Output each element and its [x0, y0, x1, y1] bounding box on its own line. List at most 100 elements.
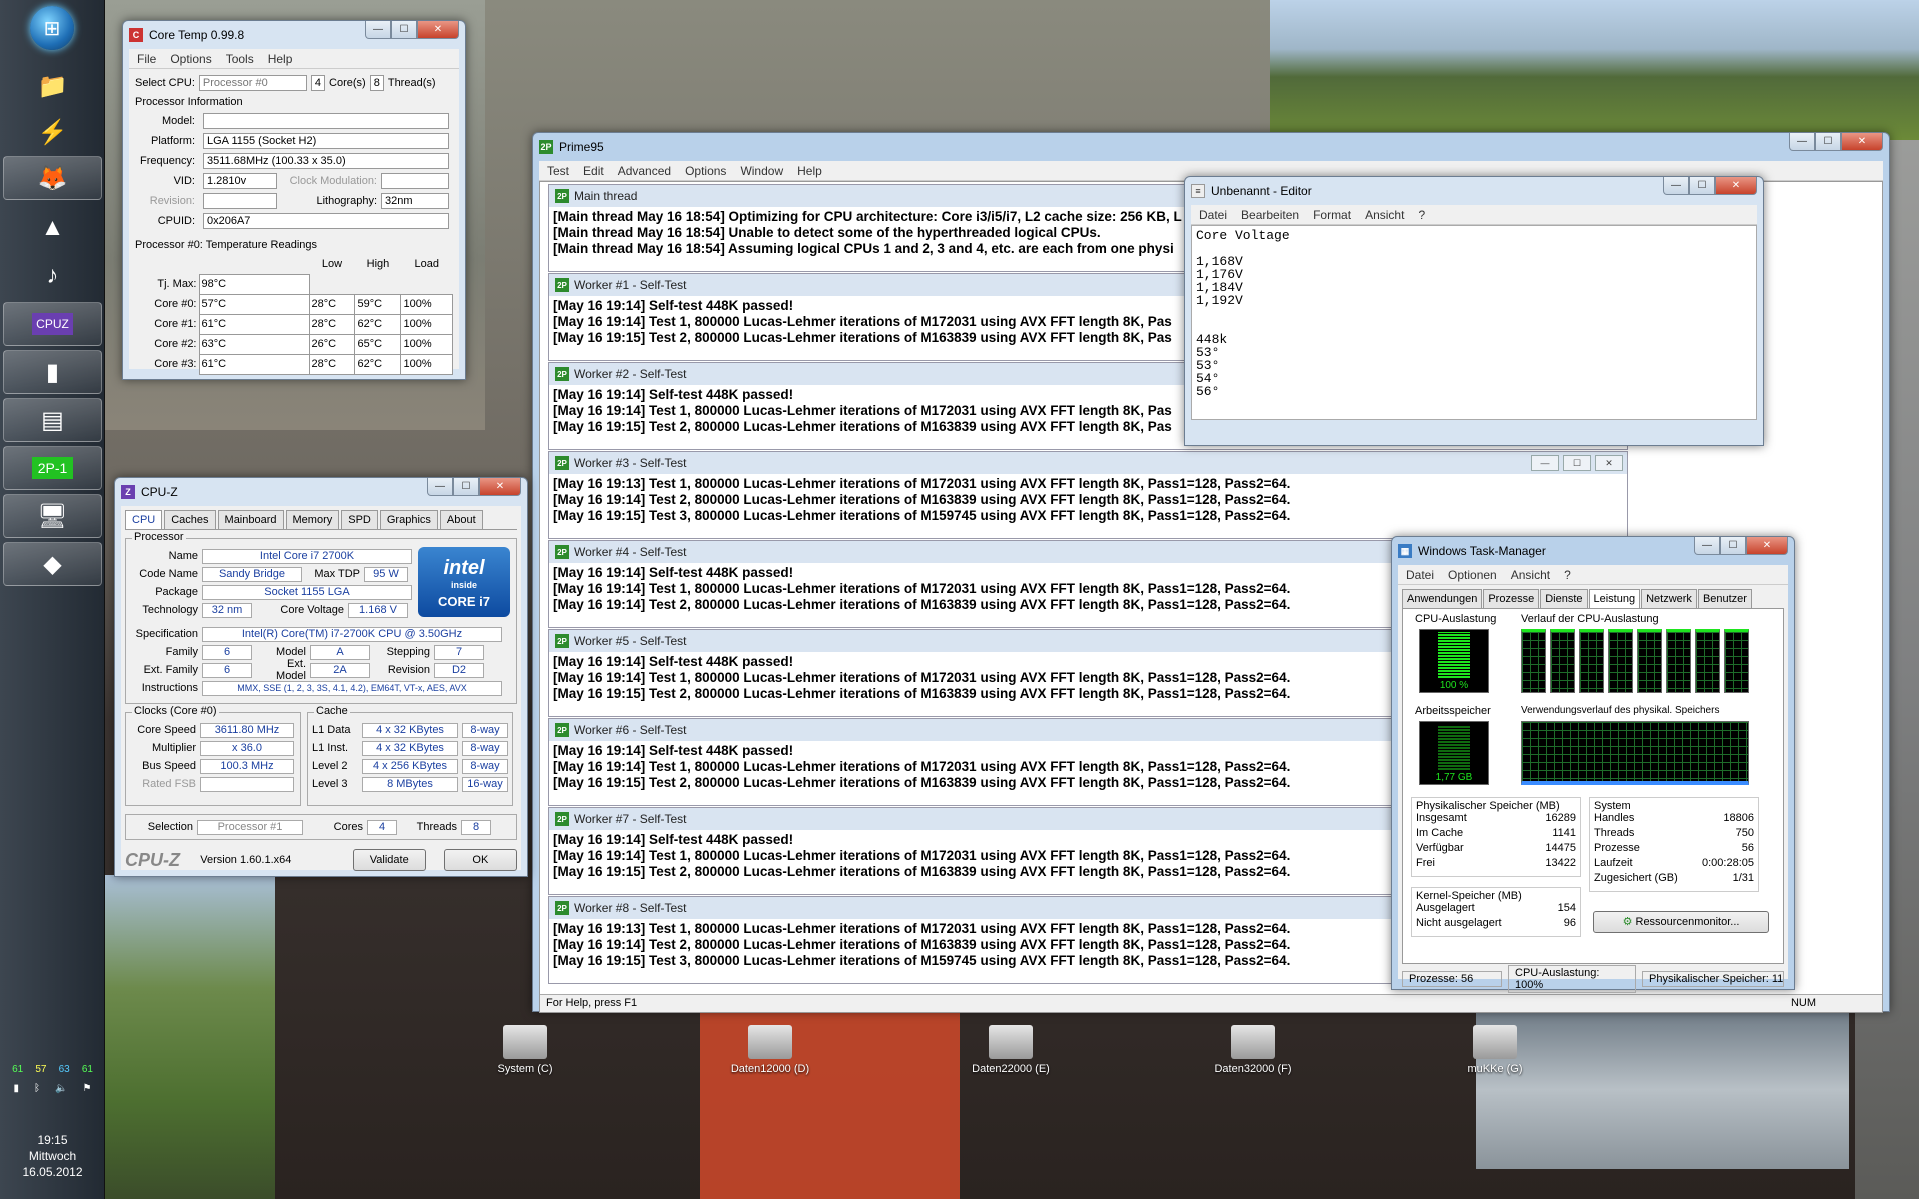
- menu-datei[interactable]: Datei: [1406, 568, 1434, 582]
- kv-row: Frei 13422: [1416, 857, 1576, 872]
- tab-cpu[interactable]: CPU: [125, 510, 163, 529]
- tab-memory[interactable]: Memory: [285, 510, 340, 529]
- winamp-icon[interactable]: ⚡: [3, 110, 102, 154]
- resource-monitor-button[interactable]: ⚙ Ressourcenmonitor...: [1593, 911, 1769, 933]
- kv-row: Prozesse 56: [1594, 842, 1754, 857]
- close-button[interactable]: ✕: [1715, 177, 1757, 195]
- worker-3-window[interactable]: 2P Worker #3 - Self-Test — ☐ ✕ [May 16 19:1…: [548, 451, 1628, 539]
- menu-optionen[interactable]: Optionen: [1448, 568, 1497, 582]
- bluetooth-icon[interactable]: ᛒ: [34, 1083, 40, 1094]
- tab-netzwerk[interactable]: Netzwerk: [1641, 589, 1697, 608]
- tray-temp-2[interactable]: 57: [35, 1064, 46, 1075]
- menu-ansicht[interactable]: Ansicht: [1365, 208, 1404, 222]
- tray-temp-1[interactable]: 61: [12, 1064, 23, 1075]
- tray-temp-4[interactable]: 61: [82, 1064, 93, 1075]
- minimize-button[interactable]: —: [427, 478, 453, 496]
- tab-graphics[interactable]: Graphics: [379, 510, 438, 529]
- menu-options[interactable]: Options: [170, 52, 211, 66]
- menu-tools[interactable]: Tools: [226, 52, 254, 66]
- minimize-button[interactable]: —: [1531, 455, 1559, 471]
- coretemp-menubar: File Options Tools Help: [129, 49, 459, 69]
- cpu-core-graph: [1550, 629, 1575, 693]
- editor-titlebar[interactable]: ≡ Unbenannt - Editor — ☐ ✕: [1191, 177, 1757, 205]
- menu-help[interactable]: ?: [1564, 568, 1571, 582]
- menu-ansicht[interactable]: Ansicht: [1511, 568, 1550, 582]
- minimize-button[interactable]: —: [1789, 133, 1815, 151]
- cores-value: 4: [367, 819, 397, 835]
- prime95-child-icon: 2P: [555, 456, 569, 470]
- task-manager-icon[interactable]: 🖥: [3, 494, 102, 538]
- menu-bearbeiten[interactable]: Bearbeiten: [1241, 208, 1299, 222]
- vlc-icon[interactable]: ▲: [3, 206, 102, 250]
- maximize-button[interactable]: ☐: [453, 478, 479, 496]
- desktop-icon-daten12000-d[interactable]: Daten12000 (D): [715, 1025, 825, 1075]
- tab-leistung[interactable]: Leistung: [1588, 589, 1641, 608]
- kv-value: 96: [1563, 917, 1576, 929]
- prime95-titlebar[interactable]: 2P Prime95 — ☐ ✕: [539, 133, 1883, 161]
- hardware-monitor-icon[interactable]: ▮: [3, 350, 102, 394]
- menu-format[interactable]: Format: [1313, 208, 1351, 222]
- tab-benutzer[interactable]: Benutzer: [1697, 589, 1752, 608]
- clock[interactable]: 19:15 Mittwoch 16.05.2012: [0, 1132, 105, 1180]
- close-button[interactable]: ✕: [417, 21, 459, 39]
- volume-icon[interactable]: 🔈: [55, 1083, 67, 1094]
- close-button[interactable]: ✕: [1841, 133, 1883, 151]
- explorer-icon[interactable]: ◆: [3, 542, 102, 586]
- minimize-button[interactable]: —: [1694, 537, 1720, 555]
- tray-temp-3[interactable]: 63: [59, 1064, 70, 1075]
- menu-advanced[interactable]: Advanced: [618, 164, 671, 178]
- network-icon[interactable]: ▮: [14, 1083, 20, 1094]
- itunes-icon[interactable]: ♪: [3, 254, 102, 298]
- menu-help[interactable]: Help: [797, 164, 822, 178]
- taskmanager-titlebar[interactable]: ▦ Windows Task-Manager — ☐ ✕: [1398, 537, 1788, 565]
- menu-help[interactable]: Help: [268, 52, 293, 66]
- ok-button[interactable]: OK: [443, 849, 517, 871]
- tab-about[interactable]: About: [439, 510, 483, 529]
- maximize-button[interactable]: ☐: [1563, 455, 1591, 471]
- libraries-icon[interactable]: 📁: [3, 64, 102, 108]
- maximize-button[interactable]: ☐: [1689, 177, 1715, 195]
- menu-file[interactable]: File: [137, 52, 156, 66]
- coretemp-titlebar[interactable]: C Core Temp 0.99.8 — ☐ ✕: [129, 21, 459, 49]
- close-button[interactable]: ✕: [1746, 537, 1788, 555]
- selection-dropdown[interactable]: Processor #1: [197, 819, 303, 835]
- tab-caches[interactable]: Caches: [164, 510, 216, 529]
- menu-options[interactable]: Options: [685, 164, 726, 178]
- menu-test[interactable]: Test: [547, 164, 569, 178]
- menu-window[interactable]: Window: [740, 164, 783, 178]
- desktop-icon-daten22000-e[interactable]: Daten22000 (E): [956, 1025, 1066, 1075]
- tab-spd[interactable]: SPD: [341, 510, 378, 529]
- close-button[interactable]: ✕: [1595, 455, 1623, 471]
- validate-button[interactable]: Validate: [352, 849, 426, 871]
- tab-anwendungen[interactable]: Anwendungen: [1402, 589, 1483, 608]
- maximize-button[interactable]: ☐: [1815, 133, 1841, 151]
- tab-dienste[interactable]: Dienste: [1540, 589, 1588, 608]
- select-cpu-dropdown[interactable]: Processor #0: [198, 75, 307, 91]
- desktop-icon-system-c[interactable]: System (C): [470, 1025, 580, 1075]
- start-orb-icon[interactable]: ⊞: [30, 6, 74, 50]
- firefox-icon[interactable]: 🦊: [3, 156, 102, 200]
- desktop-icon-daten32000-f[interactable]: Daten32000 (F): [1198, 1025, 1308, 1075]
- clock-modulation-label: Clock Modulation:: [289, 175, 377, 187]
- cpuz-tabs: CPU Caches Mainboard Memory SPD Graphics…: [125, 510, 517, 530]
- desktop-icon-mukke-g[interactable]: muKKe (G): [1440, 1025, 1550, 1075]
- minimize-button[interactable]: —: [365, 21, 391, 39]
- flag-icon[interactable]: ⚑: [83, 1083, 92, 1094]
- log-line: [May 16 19:15] Test 3, 800000 Lucas-Lehm…: [553, 508, 1291, 523]
- editor-textarea[interactable]: Core Voltage 1,168V 1,176V 1,184V 1,192V…: [1191, 225, 1757, 420]
- menu-help[interactable]: ?: [1418, 208, 1425, 222]
- prime95-taskbar-icon[interactable]: 2P-1: [3, 446, 102, 490]
- close-button[interactable]: ✕: [479, 478, 521, 496]
- minimize-button[interactable]: —: [1663, 177, 1689, 195]
- menu-datei[interactable]: Datei: [1199, 208, 1227, 222]
- maximize-button[interactable]: ☐: [1720, 537, 1746, 555]
- child-log[interactable]: [May 16 19:13] Test 1, 800000 Lucas-Lehm…: [549, 474, 1627, 538]
- tab-prozesse[interactable]: Prozesse: [1483, 589, 1540, 608]
- tab-mainboard[interactable]: Mainboard: [217, 510, 284, 529]
- instructions-label: Instructions: [141, 682, 198, 694]
- maximize-button[interactable]: ☐: [391, 21, 417, 39]
- cpuz-titlebar[interactable]: Z CPU-Z — ☐ ✕: [121, 478, 521, 506]
- winrar-icon[interactable]: ▤: [3, 398, 102, 442]
- cpu-z-icon[interactable]: CPUZ: [3, 302, 102, 346]
- menu-edit[interactable]: Edit: [583, 164, 604, 178]
